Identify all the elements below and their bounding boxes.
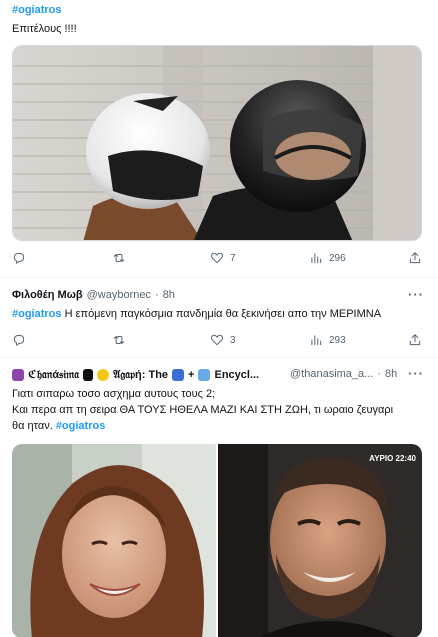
music-emoji-icon: [198, 369, 211, 381]
views-icon: [311, 335, 322, 346]
tv-emoji-icon: [172, 369, 185, 381]
share-button[interactable]: [408, 333, 422, 347]
tweet-3[interactable]: ℭ𝔥𝔞𝔫ά𝔰𝔦𝔪𝔞 𝔄𝔤𝔞𝔭ή: The + Encycl... @thanas…: [0, 358, 438, 637]
share-icon: [409, 252, 421, 264]
tweet-2-text: #ogiatros Η επόμενη παγκόσμια πανδημία θ…: [12, 308, 382, 320]
plus-emoji-icon: [83, 369, 94, 381]
like-icon: [210, 334, 224, 346]
reply-button[interactable]: [12, 251, 32, 265]
smiling-woman-image: [12, 444, 216, 637]
hashtag-link[interactable]: #ogiatros: [12, 308, 62, 320]
image-right[interactable]: ΑΥΡΙΟ 22:40: [218, 444, 422, 637]
broadcast-overlay-text: ΑΥΡΙΟ 22:40: [369, 454, 416, 463]
tweet-1-actions: 7 296: [12, 251, 422, 269]
tweet-2[interactable]: Φιλοθέη Μωβ @waybornec · 8h ··· #ogiatro…: [0, 278, 438, 358]
tweet-3-line3: θα ηταν. #ogiatros: [12, 420, 106, 432]
retweet-icon: [113, 336, 125, 344]
angel-emoji-icon: [97, 369, 110, 381]
share-button[interactable]: [408, 251, 422, 265]
devil-emoji-icon: [12, 369, 24, 381]
timestamp[interactable]: 8h: [163, 289, 175, 301]
share-icon: [409, 334, 421, 346]
like-button[interactable]: 3: [210, 333, 236, 347]
separator-dot: ·: [155, 289, 159, 301]
like-icon: [210, 252, 224, 264]
tweet-1-video[interactable]: [12, 45, 422, 241]
views-button[interactable]: 296: [309, 251, 346, 265]
tweet-1-text: Επιτέλους !!!!: [12, 23, 77, 35]
more-icon[interactable]: ···: [408, 366, 424, 381]
tweet-3-line2: Και περα απ τη σειρα ΘΑ ΤΟΥΣ ΗΘΕΛΑ ΜΑΖΙ …: [12, 404, 394, 416]
tweet-2-header: Φιλοθέη Μωβ @waybornec · 8h: [12, 289, 428, 301]
smiling-man-image: [218, 444, 422, 637]
display-name-part2[interactable]: 𝔄𝔤𝔞𝔭ή: The: [113, 369, 168, 382]
retweet-button[interactable]: [112, 333, 132, 347]
user-handle[interactable]: @thanasima_a...: [290, 368, 373, 380]
tweet-1[interactable]: #ogiatros Επιτέλους !!!! 7 296: [0, 0, 438, 278]
display-name-part1[interactable]: ℭ𝔥𝔞𝔫ά𝔰𝔦𝔪𝔞: [28, 368, 79, 382]
tweet-2-actions: 3 293: [12, 333, 422, 351]
reply-icon: [13, 334, 25, 346]
timestamp[interactable]: 8h: [385, 368, 397, 380]
retweet-button[interactable]: [112, 251, 132, 265]
views-button[interactable]: 293: [309, 333, 346, 347]
image-left[interactable]: [12, 444, 216, 637]
more-icon[interactable]: ···: [408, 287, 424, 302]
retweet-icon: [113, 254, 125, 262]
like-button[interactable]: 7: [210, 251, 236, 265]
tweet-1-hashtag[interactable]: #ogiatros: [12, 3, 428, 18]
hashtag-link[interactable]: #ogiatros: [56, 420, 106, 432]
tweet-3-media: ΑΥΡΙΟ 22:40: [12, 444, 422, 637]
display-name-part3[interactable]: Encycl...: [214, 369, 259, 381]
reply-icon: [13, 252, 25, 264]
display-name[interactable]: Φιλοθέη Μωβ: [12, 289, 83, 301]
reply-button[interactable]: [12, 333, 32, 347]
separator-dot: ·: [377, 368, 381, 380]
user-handle[interactable]: @waybornec: [87, 289, 151, 301]
views-icon: [311, 253, 322, 264]
motorcycle-riders-image: [13, 46, 421, 240]
tweet-3-line1: Γιατι σιπαρω τοσο ασχημα αυτους τους 2;: [12, 388, 216, 400]
tweet-3-meta: @thanasima_a... · 8h: [290, 368, 397, 380]
